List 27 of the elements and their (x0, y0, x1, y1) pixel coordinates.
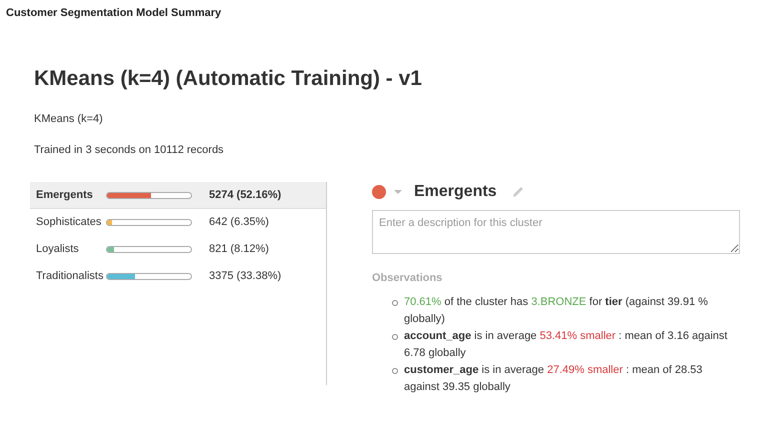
cluster-row[interactable]: Emergents 5274 (52.16%) (30, 182, 326, 209)
training-info: Trained in 3 seconds on 10112 records (34, 144, 225, 156)
caret-icon[interactable] (394, 189, 402, 195)
observations-label: Observations (372, 272, 444, 284)
model-title: KMeans (k=4) (Automatic Training) - v1 (34, 67, 423, 91)
observation-text: 70.61% of the cluster has 3.BRONZE for tier (against 39.91 % globally) (404, 295, 709, 327)
cluster-color-dot[interactable] (372, 185, 386, 199)
cluster-count: 821 (8.12%) (209, 243, 269, 255)
cluster-row[interactable]: Loyalists 821 (8.12%) (30, 236, 326, 263)
bullet-icon (392, 300, 398, 306)
cluster-count: 3375 (33.38%) (209, 270, 282, 282)
observation-text: customer_age is in average 27.49% smaller : mean of 28.53 against 39.35 globally (404, 363, 704, 395)
cluster-name: Sophisticates (36, 216, 102, 228)
bullet-icon (392, 368, 398, 374)
pencil-icon[interactable] (510, 185, 525, 199)
cluster-row[interactable]: Traditionalists 3375 (33.38%) (30, 263, 326, 290)
cluster-count: 642 (6.35%) (209, 216, 269, 228)
cluster-title: Emergents (414, 183, 497, 201)
algorithm-label: KMeans (k=4) (34, 113, 104, 125)
cluster-name: Loyalists (36, 243, 80, 255)
cluster-name: Emergents (36, 189, 94, 201)
cluster-count: 5274 (52.16%) (209, 189, 282, 201)
cluster-name: Traditionalists (36, 270, 104, 282)
page-title: Customer Segmentation Model Summary (5, 6, 222, 21)
cluster-row[interactable]: Sophisticates 642 (6.35%) (30, 209, 326, 236)
description-field[interactable]: Enter a description for this cluster (372, 210, 740, 254)
bullet-icon (392, 334, 398, 340)
